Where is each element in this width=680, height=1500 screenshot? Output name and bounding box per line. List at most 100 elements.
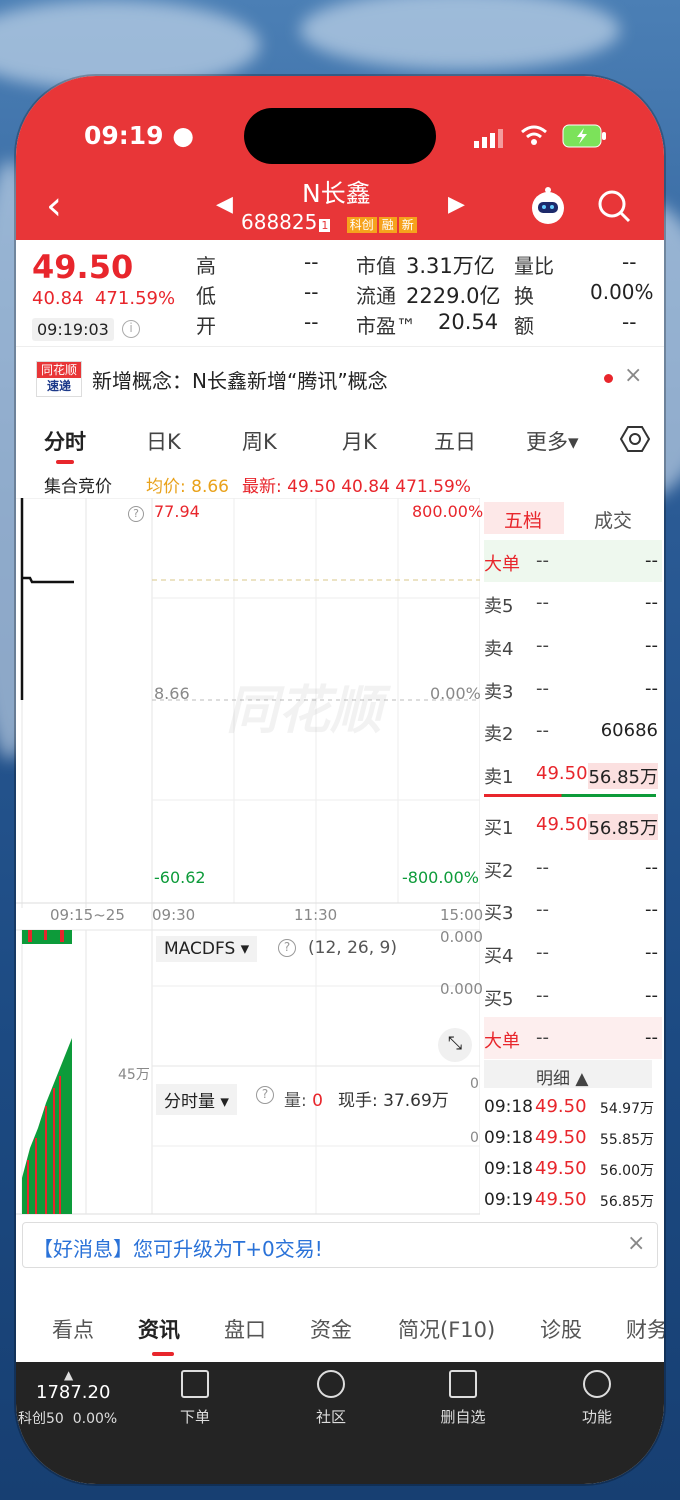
mid-pct-label: 0.00% xyxy=(430,684,481,703)
search-icon[interactable] xyxy=(596,188,632,228)
order-book-row[interactable]: 大单 -- -- xyxy=(484,540,662,582)
order-button[interactable]: 下单 xyxy=(160,1370,230,1427)
order-book-row[interactable]: 卖1 49.50 56.85万 xyxy=(484,753,662,795)
trade-volume: 55.85万 xyxy=(599,1132,654,1148)
order-book-row[interactable]: 买3 -- -- xyxy=(484,889,662,931)
index-widget[interactable]: ▲ 1787.20 科创50 0.00% xyxy=(16,1368,136,1428)
order-book-row[interactable]: 买1 49.50 56.85万 xyxy=(484,804,662,846)
badge-1: 1 xyxy=(319,219,331,232)
functions-button[interactable]: 功能 xyxy=(562,1370,632,1427)
tab-news-indicator xyxy=(152,1352,174,1356)
next-stock-button[interactable]: ▶ xyxy=(448,192,465,217)
volume-help-icon[interactable]: ? xyxy=(256,1086,274,1104)
tab-five-day[interactable]: 五日 xyxy=(434,426,476,456)
order-book-divider xyxy=(484,794,656,797)
order-book-row[interactable]: 卖5 -- -- xyxy=(484,582,662,624)
source-logo-top: 同花顺 xyxy=(37,362,81,378)
trade-price: 49.50 xyxy=(535,1127,587,1148)
remove-watchlist-button[interactable]: 删自选 xyxy=(428,1370,498,1427)
level-label: 卖2 xyxy=(484,724,514,745)
robot-icon[interactable] xyxy=(528,186,568,230)
tab-more[interactable]: 更多▾ xyxy=(526,426,579,456)
level-price: -- xyxy=(536,635,549,656)
trade-price: 49.50 xyxy=(535,1189,587,1210)
tab-daily-k[interactable]: 日K xyxy=(146,426,181,456)
source-logo-bottom: 速递 xyxy=(46,379,71,393)
time-label-1130: 11:30 xyxy=(294,906,338,924)
level-price: -- xyxy=(536,550,549,571)
settings-icon[interactable] xyxy=(619,424,651,458)
tab-trades[interactable]: 成交 xyxy=(594,506,632,533)
macd-help-icon[interactable]: ? xyxy=(278,939,296,957)
level-price: -- xyxy=(536,1027,549,1048)
tab-finance[interactable]: 财务 xyxy=(626,1314,664,1344)
stock-code: 688825 xyxy=(241,210,318,234)
volume-selector[interactable]: 分时量 ▾ xyxy=(156,1084,237,1115)
volume-zero-a: 0 xyxy=(470,1076,479,1092)
order-book-row[interactable]: 买5 -- -- xyxy=(484,975,662,1017)
volume-scale: 45万 xyxy=(118,1067,150,1083)
order-book-row[interactable]: 卖2 -- 60686 xyxy=(484,710,662,752)
tab-intraday[interactable]: 分时 xyxy=(44,426,86,456)
status-bar: 09:19 ● xyxy=(16,76,664,186)
level-volume: -- xyxy=(645,899,658,920)
battery-icon xyxy=(562,124,608,152)
row-2-value2: 2229.0亿 xyxy=(406,284,501,308)
tab-news[interactable]: 资讯 xyxy=(138,1314,180,1344)
auction-label: 集合竞价 xyxy=(44,477,112,497)
tab-monthly-k[interactable]: 月K xyxy=(342,426,377,456)
low-price-label: -60.62 xyxy=(154,868,206,887)
close-icon[interactable]: × xyxy=(624,363,642,388)
level-price: -- xyxy=(536,678,549,699)
phone-screen: 09:19 ● ‹ ◀ N长鑫 688825 1 科创融新 ▶ 49.50 40.… xyxy=(16,76,664,1484)
trade-volume: 56.00万 xyxy=(599,1163,654,1179)
info-icon[interactable]: i xyxy=(122,320,140,338)
order-book-row[interactable]: 卖3 -- -- xyxy=(484,668,662,710)
high-price-label: 77.94 xyxy=(154,502,200,521)
row-3-label3: 额 xyxy=(514,314,534,338)
promo-text[interactable]: 【好消息】您可升级为T+0交易! xyxy=(33,1233,323,1262)
back-button[interactable]: ‹ xyxy=(46,186,62,226)
community-button[interactable]: 社区 xyxy=(296,1370,366,1427)
order-book-row[interactable]: 买4 -- -- xyxy=(484,932,662,974)
tab-five-levels-label[interactable]: 五档 xyxy=(504,506,542,533)
detail-label[interactable]: 明细 ▲ xyxy=(536,1064,588,1089)
row-1-label3: 量比 xyxy=(514,254,554,278)
volume-text: 量: 0 xyxy=(284,1091,323,1111)
help-icon[interactable]: ? xyxy=(128,506,144,522)
order-book-row[interactable]: 大单 -- -- xyxy=(484,1017,662,1059)
price-change: 40.84 471.59% xyxy=(32,288,176,309)
tab-highlights[interactable]: 看点 xyxy=(52,1314,94,1344)
tab-weekly-k[interactable]: 周K xyxy=(242,426,277,456)
row-2-value3: 0.00% xyxy=(590,280,654,304)
tab-profile[interactable]: 简况(F10) xyxy=(398,1314,495,1344)
row-1-value3: -- xyxy=(622,250,637,274)
order-book-row[interactable]: 买2 -- -- xyxy=(484,847,662,889)
trade-row: 09:18 49.50 56.00万 xyxy=(484,1158,656,1179)
trade-time: 09:19 xyxy=(484,1190,533,1210)
level-price: -- xyxy=(536,720,549,741)
level-price: -- xyxy=(536,592,549,613)
level-volume: -- xyxy=(645,678,658,699)
tab-orderbook[interactable]: 盘口 xyxy=(224,1314,266,1344)
tab-funds[interactable]: 资金 xyxy=(310,1314,352,1344)
tab-diagnosis[interactable]: 诊股 xyxy=(540,1314,582,1344)
order-book-row[interactable]: 卖4 -- -- xyxy=(484,625,662,667)
news-text[interactable]: 新增概念：N长鑫新增“腾讯”概念 xyxy=(92,365,388,394)
latest-price: 最新: 49.50 40.84 471.59% xyxy=(242,477,471,497)
macd-selector[interactable]: MACDFS ▾ xyxy=(156,936,258,962)
time-label-0930: 09:30 xyxy=(152,906,196,924)
expand-icon[interactable]: ⤡ xyxy=(438,1028,472,1062)
prev-stock-button[interactable]: ◀ xyxy=(216,192,233,217)
level-label: 买1 xyxy=(484,818,514,839)
news-ticker[interactable]: 同花顺 速递 新增概念：N长鑫新增“腾讯”概念 × xyxy=(16,346,664,408)
status-time: 09:19 ● xyxy=(84,121,195,150)
chart-infobar: 集合竞价 均价: 8.66 最新: 49.50 40.84 471.59% xyxy=(16,468,664,498)
level-volume: -- xyxy=(645,857,658,878)
level-label: 卖1 xyxy=(484,767,514,788)
promo-banner[interactable]: 【好消息】您可升级为T+0交易! × xyxy=(22,1222,658,1268)
level-label: 卖5 xyxy=(484,596,514,617)
promo-close-icon[interactable]: × xyxy=(627,1231,645,1256)
intraday-chart[interactable]: 同花顺 ? 77.94 800.00% 8.66 0.00% -60.62 -8… xyxy=(16,498,483,1218)
level-label: 买5 xyxy=(484,989,514,1010)
